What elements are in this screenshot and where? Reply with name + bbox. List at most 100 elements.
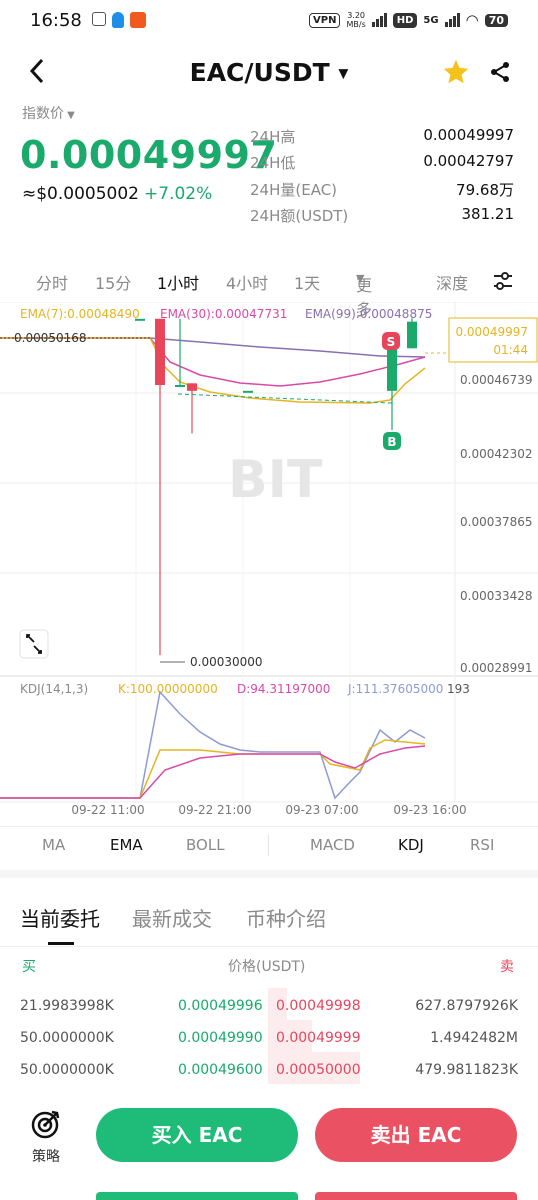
x-tick-label: 09-22 11:00 bbox=[71, 803, 144, 817]
y-tick-label: 0.00037865 bbox=[460, 515, 533, 529]
candle-body bbox=[387, 348, 397, 391]
y-axis-ticks: 0.00046739 0.00042302 0.00037865 0.00033428… bbox=[460, 373, 533, 675]
partial-buy-strip bbox=[96, 1192, 298, 1200]
stat-turnover: 24H额(USDT) 381.21 bbox=[250, 205, 514, 225]
partial-sell-strip bbox=[315, 1192, 517, 1200]
orderbook-row[interactable]: 50.0000000K 0.00049600 0.00050000 479.98… bbox=[0, 1052, 538, 1088]
status-right: VPN 3.20 MB/s HD 5G ◠ 70 bbox=[309, 11, 508, 29]
status-bar: 16:58 VPN 3.20 MB/s HD 5G ◠ 70 bbox=[0, 0, 538, 44]
timeframe-tabs: 分时 15分 1小时 4小时 1天 更多 ▼ 深度 bbox=[0, 268, 538, 319]
watermark: BIT bbox=[228, 450, 323, 510]
ema99-label: EMA(99):0.00048875 bbox=[305, 307, 432, 321]
x-tick-label: 09-23 16:00 bbox=[393, 803, 466, 817]
sliders-icon bbox=[494, 272, 512, 290]
candle-body bbox=[135, 318, 145, 321]
tab-coin-info[interactable]: 币种介绍 bbox=[246, 903, 326, 932]
app-icon bbox=[130, 12, 146, 28]
x-tick-label: 09-22 21:00 bbox=[178, 803, 251, 817]
ask-qty: 627.8797926K bbox=[415, 998, 518, 1014]
last-price-tag-value: 0.00049997 bbox=[455, 325, 528, 339]
net-speed: 3.20 MB/s bbox=[346, 11, 366, 29]
caret-down-icon: ▼ bbox=[338, 66, 349, 82]
indicator-rsi[interactable]: RSI bbox=[470, 836, 494, 854]
tab-depth[interactable]: 深度 bbox=[436, 270, 468, 294]
strategy-button[interactable]: 策略 bbox=[24, 1108, 68, 1168]
vpn-badge: VPN bbox=[309, 12, 341, 28]
hd-badge: HD bbox=[392, 12, 418, 28]
active-tab-indicator bbox=[48, 942, 74, 945]
tab-time-share[interactable]: 分时 bbox=[36, 270, 68, 294]
buy-button[interactable]: 买入 EAC bbox=[96, 1108, 298, 1162]
svg-text:S: S bbox=[387, 335, 396, 349]
sell-button[interactable]: 卖出 EAC bbox=[315, 1108, 517, 1162]
signal-icon-2 bbox=[444, 13, 460, 27]
stat-high: 24H高 0.00049997 bbox=[250, 126, 514, 146]
ask-price: 0.00049999 bbox=[276, 1030, 361, 1046]
kdj-right-value: 193 bbox=[447, 682, 470, 696]
section-tabs: 当前委托 最新成交 币种介绍 bbox=[0, 900, 538, 946]
kdj-d: D:94.31197000 bbox=[237, 682, 330, 696]
bid-qty: 21.9983998K bbox=[20, 998, 114, 1014]
bell-icon bbox=[112, 12, 124, 28]
target-icon bbox=[31, 1110, 60, 1139]
indicator-macd[interactable]: MACD bbox=[310, 836, 355, 854]
buy-col-label: 买 bbox=[22, 959, 36, 975]
ema30-label: EMA(30):0.00047731 bbox=[160, 307, 287, 321]
bid-price: 0.00049600 bbox=[178, 1062, 263, 1078]
bid-qty: 50.0000000K bbox=[20, 1062, 114, 1078]
usd-price: ≈$0.0005002 bbox=[22, 184, 139, 204]
wifi-icon: ◠ bbox=[465, 11, 479, 29]
last-price: 0.00049997 bbox=[20, 133, 278, 177]
kdj-label: KDJ(14,1,3) bbox=[20, 682, 88, 696]
stat-low: 24H低 0.00042797 bbox=[250, 152, 514, 172]
ask-price: 0.00049998 bbox=[276, 998, 361, 1014]
indicator-kdj[interactable]: KDJ bbox=[398, 836, 424, 854]
x-axis-ticks: 09-22 11:00 09-22 21:00 09-23 07:00 09-23 1… bbox=[71, 803, 466, 817]
bid-qty: 50.0000000K bbox=[20, 1030, 114, 1046]
tab-4h[interactable]: 4小时 bbox=[226, 270, 268, 294]
candle-body bbox=[155, 318, 165, 385]
kdj-j-line bbox=[0, 690, 426, 800]
indicator-boll[interactable]: BOLL bbox=[186, 836, 225, 854]
orderbook-row[interactable]: 21.9983998K 0.00049996 0.00049998 627.87… bbox=[0, 988, 538, 1024]
tab-open-orders[interactable]: 当前委托 bbox=[20, 903, 100, 932]
price-col-label: 价格(USDT) bbox=[228, 959, 306, 975]
ask-qty: 479.9811823K bbox=[415, 1062, 518, 1078]
low-marker: 0.00030000 bbox=[190, 655, 263, 669]
high-marker: 0.00050168 bbox=[14, 331, 87, 345]
chart-svg: BIT EMA(7):0.00048490 EMA(30):0.00047731… bbox=[0, 301, 538, 817]
chart-settings-button[interactable] bbox=[492, 270, 514, 296]
ema7-label: EMA(7):0.00048490 bbox=[20, 307, 140, 321]
signal-icon bbox=[371, 13, 387, 27]
favorite-button[interactable] bbox=[442, 58, 470, 86]
kline-chart[interactable]: BIT EMA(7):0.00048490 EMA(30):0.00047731… bbox=[0, 301, 538, 822]
tab-15m[interactable]: 15分 bbox=[95, 270, 131, 294]
price-change: +7.02% bbox=[144, 184, 213, 204]
tab-1h[interactable]: 1小时 bbox=[157, 270, 199, 294]
expand-chart-button[interactable] bbox=[19, 629, 49, 659]
sell-marker: S bbox=[382, 332, 400, 350]
ask-qty: 1.4942482M bbox=[430, 1030, 518, 1046]
share-button[interactable] bbox=[488, 60, 512, 84]
kdj-j: J:111.37605000 bbox=[347, 682, 443, 696]
share-icon bbox=[491, 62, 509, 82]
action-bar: 策略 买入 EAC 卖出 EAC bbox=[0, 1100, 538, 1180]
status-time: 16:58 bbox=[30, 10, 82, 31]
tab-1d[interactable]: 1天 bbox=[294, 270, 320, 294]
battery-icon: 70 bbox=[484, 13, 508, 27]
kdj-k: K:100.00000000 bbox=[118, 682, 218, 696]
last-price-tag-countdown: 01:44 bbox=[493, 343, 528, 357]
buy-marker: B bbox=[383, 432, 401, 450]
notification-icon bbox=[92, 12, 106, 26]
indicator-ema[interactable]: EMA bbox=[110, 836, 143, 854]
divider bbox=[0, 826, 538, 827]
tab-latest-trades[interactable]: 最新成交 bbox=[132, 903, 212, 932]
indicator-tabs: MA EMA BOLL MACD KDJ RSI bbox=[0, 830, 538, 860]
indicator-ma[interactable]: MA bbox=[42, 836, 65, 854]
indicator-divider bbox=[268, 834, 269, 856]
bid-price: 0.00049996 bbox=[178, 998, 263, 1014]
kdj-k-line bbox=[0, 739, 426, 799]
index-price-toggle[interactable]: 指数价 ▼ bbox=[22, 103, 75, 123]
orderbook-row[interactable]: 50.0000000K 0.00049990 0.00049999 1.4942… bbox=[0, 1020, 538, 1056]
ask-price: 0.00050000 bbox=[276, 1062, 361, 1078]
